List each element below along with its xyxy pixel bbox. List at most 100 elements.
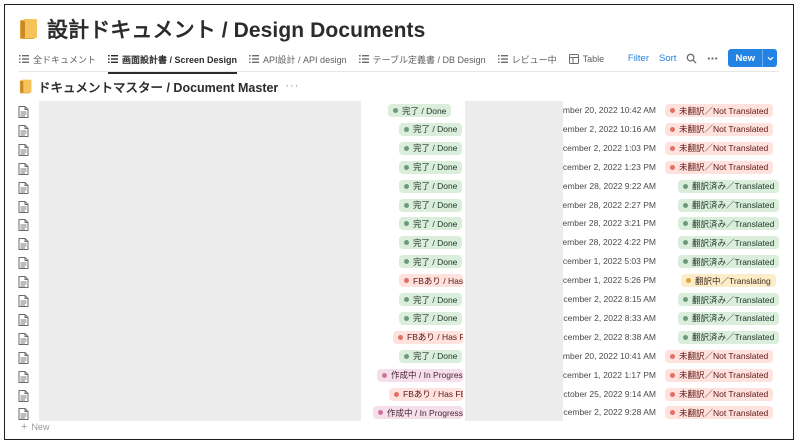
status-label: 完了 / Done xyxy=(413,200,458,210)
translation-dot xyxy=(683,334,688,340)
sort-button[interactable]: Sort xyxy=(659,53,676,64)
document-icon xyxy=(18,256,29,270)
translation-badge[interactable]: 翻訳中／Translating xyxy=(681,274,776,288)
document-icon xyxy=(18,294,29,307)
translation-label: 翻訳済み／Translated xyxy=(692,181,775,192)
tab-db-design[interactable]: テーブル定義書 / DB Design xyxy=(358,48,486,70)
view-toolbar: Filter Sort New xyxy=(628,47,777,69)
document-icon xyxy=(18,351,29,364)
translation-dot xyxy=(670,391,675,397)
folder-icon xyxy=(20,19,37,39)
tab-in-review[interactable]: レビュー中 xyxy=(497,48,557,70)
translation-dot xyxy=(670,164,675,170)
tab-label: Table xyxy=(582,54,605,64)
translation-badge[interactable]: 翻訳済み／Translated xyxy=(678,179,780,193)
translation-badge[interactable]: 未翻訳／Not Translated xyxy=(665,141,774,155)
translation-label: 未翻訳／Not Translated xyxy=(679,162,769,173)
document-icon xyxy=(18,370,29,383)
tabs-divider xyxy=(19,71,779,72)
document-icon xyxy=(18,105,29,118)
translation-label: 翻訳済み／Translated xyxy=(692,237,775,248)
list-icon xyxy=(108,55,119,63)
status-badge[interactable]: 完了 / Done xyxy=(399,160,463,174)
status-badge[interactable]: 完了 / Done xyxy=(399,217,463,231)
translation-badge[interactable]: 翻訳済み／Translated xyxy=(678,236,780,250)
status-badge[interactable]: FBあり / Has FB xyxy=(389,387,463,401)
document-icon xyxy=(18,143,29,156)
translation-dot xyxy=(683,240,688,246)
status-badge[interactable]: FBあり / Has F xyxy=(399,274,463,288)
created-date: December 2, 2022 8:38 AM xyxy=(552,331,656,342)
status-badge[interactable]: 完了 / Done xyxy=(399,198,463,212)
status-badge[interactable]: 完了 / Done xyxy=(399,255,463,269)
list-icon xyxy=(497,55,508,63)
translation-badge[interactable]: 未翻訳／Not Translated xyxy=(665,368,774,382)
status-label: 完了 / Done xyxy=(413,256,458,267)
translation-badge[interactable]: 未翻訳／Not Translated xyxy=(665,349,774,363)
new-button[interactable]: New xyxy=(728,49,777,67)
translation-badge[interactable]: 未翻訳／Not Translated xyxy=(665,387,774,401)
status-dot xyxy=(398,334,403,340)
folder-icon xyxy=(19,79,32,93)
status-badge[interactable]: 完了 / Done xyxy=(399,179,463,193)
list-icon xyxy=(19,55,29,63)
list-icon xyxy=(249,55,260,63)
document-icon xyxy=(18,162,29,175)
created-date: December 2, 2022 1:23 PM xyxy=(552,161,656,172)
translation-badge[interactable]: 未翻訳／Not Translated xyxy=(665,104,774,117)
translation-label: 未翻訳／Not Translated xyxy=(679,124,769,135)
translation-dot xyxy=(683,183,688,189)
translation-badge[interactable]: 翻訳済み／Translated xyxy=(678,255,780,269)
chevron-down-icon[interactable] xyxy=(762,49,777,67)
translation-badge[interactable]: 未翻訳／Not Translated xyxy=(665,160,774,174)
status-badge[interactable]: 作成中 / In Progress xyxy=(377,368,463,382)
redacted-column xyxy=(465,101,563,421)
status-badge[interactable]: 完了 / Done xyxy=(399,311,463,325)
translation-badge[interactable]: 未翻訳／Not Translated xyxy=(665,406,774,420)
tab-screen-design[interactable]: 画面設計書 / Screen Design xyxy=(108,48,238,74)
tab-label: テーブル定義書 / DB Design xyxy=(372,54,486,65)
translation-badge[interactable]: 翻訳済み／Translated xyxy=(678,293,780,306)
status-badge[interactable]: 完了 / Done xyxy=(399,349,463,363)
document-icon xyxy=(18,237,29,251)
tab-table[interactable]: Table xyxy=(568,48,605,70)
translation-label: 翻訳済み／Translated xyxy=(692,294,775,305)
tab-api-design[interactable]: API設計 / API design xyxy=(249,48,347,70)
status-dot xyxy=(382,372,387,378)
document-icon xyxy=(18,407,29,421)
status-dot xyxy=(404,297,409,302)
status-badge[interactable]: 完了 / Done xyxy=(388,104,452,117)
tab-label: API設計 / API design xyxy=(263,54,347,65)
translation-dot xyxy=(683,202,688,208)
status-badge[interactable]: 完了 / Done xyxy=(399,236,463,250)
translation-badge[interactable]: 翻訳済み／Translated xyxy=(678,217,780,231)
status-badge[interactable]: FBあり / Has FB xyxy=(393,330,463,344)
translation-dot xyxy=(683,315,688,321)
translation-badge[interactable]: 翻訳済み／Translated xyxy=(678,198,780,212)
more-icon[interactable] xyxy=(707,53,718,64)
status-label: 完了 / Done xyxy=(413,351,458,362)
created-date: November 28, 2022 3:21 PM xyxy=(547,218,656,229)
search-icon[interactable] xyxy=(686,53,697,64)
filter-button[interactable]: Filter xyxy=(628,53,649,64)
section-title: ドキュメントマスター / Document Master xyxy=(38,80,279,95)
status-dot xyxy=(404,315,409,321)
translation-badge[interactable]: 翻訳済み／Translated xyxy=(678,311,780,325)
translation-badge[interactable]: 翻訳済み／Translated xyxy=(678,330,780,344)
tab-all-documents[interactable]: 全ドキュメント xyxy=(19,48,96,70)
status-badge[interactable]: 完了 / Done xyxy=(399,141,463,155)
section-more-button[interactable]: ··· xyxy=(285,80,299,92)
translation-dot xyxy=(686,278,691,284)
translation-badge[interactable]: 未翻訳／Not Translated xyxy=(665,122,774,136)
status-dot xyxy=(404,164,409,170)
created-date: December 2, 2022 1:03 PM xyxy=(552,142,656,153)
status-badge[interactable]: 完了 / Done xyxy=(399,122,463,136)
document-icon xyxy=(18,313,29,326)
plus-icon: + xyxy=(21,421,28,433)
status-badge[interactable]: 完了 / Done xyxy=(399,293,463,306)
tab-label: 全ドキュメント xyxy=(33,54,97,65)
created-date: October 25, 2022 9:14 AM xyxy=(556,388,656,399)
status-badge[interactable]: 作成中 / In Progress xyxy=(373,406,463,420)
status-label: FBあり / Has F xyxy=(413,275,463,286)
add-row-button[interactable]: + New xyxy=(21,419,49,435)
